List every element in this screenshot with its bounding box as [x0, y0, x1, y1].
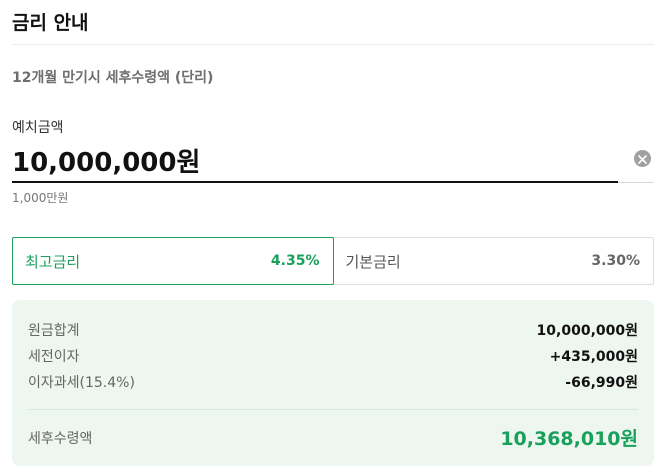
summary-label: 원금합계	[28, 323, 80, 339]
summary-label: 세전이자	[28, 349, 80, 365]
total-value: 10,368,010원	[500, 428, 638, 450]
deposit-amount-helper: 1,000만원	[12, 191, 69, 205]
summary-row-interest-tax: 이자과세(15.4%) -66,990원	[28, 372, 638, 392]
clear-amount-button[interactable]	[634, 150, 651, 167]
title-divider	[12, 44, 654, 45]
summary-row-principal: 원금합계 10,000,000원	[28, 320, 638, 340]
summary-value: +435,000원	[549, 349, 638, 365]
total-label: 세후수령액	[28, 430, 93, 447]
summary-row-pretax-interest: 세전이자 +435,000원	[28, 346, 638, 366]
summary-divider	[28, 409, 638, 410]
rate-value: 4.35%	[270, 253, 320, 269]
payout-summary: 원금합계 10,000,000원 세전이자 +435,000원 이자과세(15.…	[12, 300, 654, 466]
maturity-subtitle: 12개월 만기시 세후수령액 (단리)	[12, 70, 214, 86]
rate-name: 기본금리	[345, 252, 401, 271]
rate-name: 최고금리	[25, 252, 81, 271]
interest-rate-info-page: 금리 안내 12개월 만기시 세후수령액 (단리) 예치금액 1,000만원 최…	[0, 0, 662, 474]
tab-base-rate[interactable]: 기본금리 3.30%	[334, 238, 654, 284]
page-title: 금리 안내	[12, 12, 89, 34]
rate-value: 3.30%	[591, 253, 640, 269]
deposit-amount-label: 예치금액	[12, 120, 64, 136]
summary-label: 이자과세(15.4%)	[28, 375, 135, 391]
clear-icon	[638, 149, 647, 168]
summary-row-after-tax-total: 세후수령액 10,368,010원	[28, 424, 638, 451]
deposit-amount-input[interactable]	[12, 138, 618, 183]
rate-type-tabs: 최고금리 4.35% 기본금리 3.30%	[12, 237, 654, 285]
deposit-amount-field	[12, 138, 654, 183]
amount-underline	[12, 181, 618, 183]
tab-max-rate[interactable]: 최고금리 4.35%	[12, 237, 334, 285]
summary-value: 10,000,000원	[536, 323, 638, 339]
summary-value: -66,990원	[565, 375, 638, 391]
amount-underline-rest	[618, 182, 654, 183]
